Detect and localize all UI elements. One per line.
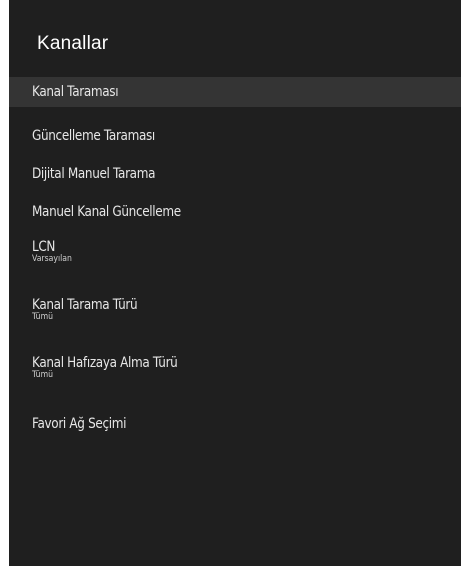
menu-item-label: Kanal Tarama Türü (32, 297, 138, 313)
menu-item-digital-manual-scan[interactable]: Dijital Manuel Tarama (9, 155, 461, 193)
channels-menu: Kanal Taraması Güncelleme Taraması Dijit… (9, 77, 461, 443)
menu-item-label: LCN (32, 239, 56, 255)
menu-item-update-scan[interactable]: Güncelleme Taraması (9, 117, 461, 155)
menu-item-label: Dijital Manuel Tarama (32, 166, 156, 182)
channels-settings-panel: Kanallar Kanal Taraması Güncelleme Taram… (9, 0, 461, 566)
menu-item-value: Varsayılan (32, 254, 72, 264)
menu-item-channel-scan[interactable]: Kanal Taraması (9, 77, 461, 107)
menu-item-channel-scan-type[interactable]: Kanal Tarama Türü Tümü (9, 289, 461, 347)
menu-item-value: Tümü (32, 312, 54, 322)
menu-item-value: Tümü (32, 370, 54, 380)
menu-item-label: Güncelleme Taraması (32, 128, 155, 144)
menu-item-label: Favori Ağ Seçimi (32, 416, 127, 432)
menu-item-label: Kanal Taraması (32, 84, 119, 100)
panel-title: Kanallar (37, 33, 109, 54)
menu-item-label: Kanal Hafızaya Alma Türü (32, 355, 178, 371)
menu-item-lcn[interactable]: LCN Varsayılan (9, 231, 461, 289)
menu-item-channel-store-type[interactable]: Kanal Hafızaya Alma Türü Tümü (9, 347, 461, 405)
menu-item-favorite-network[interactable]: Favori Ağ Seçimi (9, 405, 461, 443)
menu-item-manual-channel-update[interactable]: Manuel Kanal Güncelleme (9, 193, 461, 231)
menu-item-label: Manuel Kanal Güncelleme (32, 204, 181, 220)
